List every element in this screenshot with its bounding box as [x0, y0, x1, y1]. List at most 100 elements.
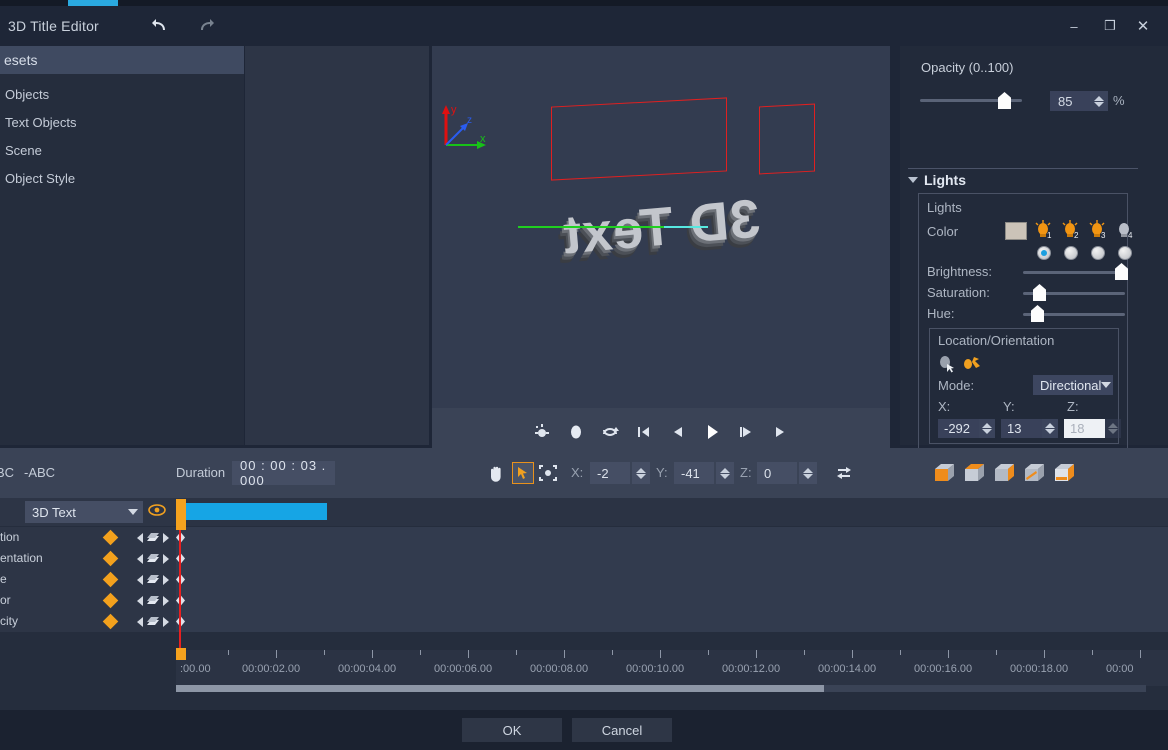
- keyframe-stack-icon[interactable]: [146, 616, 160, 628]
- prev-keyframe-icon[interactable]: [137, 575, 143, 585]
- step-back-icon[interactable]: [668, 422, 688, 442]
- ok-button[interactable]: OK: [462, 718, 562, 742]
- keyframe-stack-icon[interactable]: [146, 553, 160, 565]
- duration-field[interactable]: 00 : 00 : 03 . 000: [232, 461, 335, 485]
- shading-icon[interactable]: [566, 422, 586, 442]
- light-pick-icon[interactable]: [938, 355, 958, 378]
- next-keyframe-icon[interactable]: [163, 596, 169, 606]
- brightness-slider-thumb[interactable]: [1115, 263, 1128, 280]
- presets-header[interactable]: esets: [0, 46, 244, 74]
- preview-viewport[interactable]: y x z 3D Text: [432, 46, 890, 455]
- light-y-field[interactable]: 13: [1001, 419, 1042, 438]
- toolbar-x-field[interactable]: -2: [590, 462, 630, 484]
- swap-axis-icon[interactable]: [833, 462, 855, 484]
- lights-section-header[interactable]: Lights: [908, 172, 966, 188]
- redo-arrow-icon[interactable]: [193, 15, 215, 37]
- go-to-start-icon[interactable]: [634, 422, 654, 442]
- next-keyframe-icon[interactable]: [163, 533, 169, 543]
- view-right-icon[interactable]: [992, 462, 1020, 484]
- view-left-icon[interactable]: [1022, 462, 1050, 484]
- toolbar-y-field[interactable]: -41: [674, 462, 714, 484]
- light-x-field[interactable]: -292: [938, 419, 979, 438]
- keyframe-nav[interactable]: [137, 574, 169, 586]
- toolbar-y-stepper[interactable]: [716, 462, 734, 484]
- step-forward-icon[interactable]: [736, 422, 756, 442]
- light-color-swatch[interactable]: [1005, 222, 1027, 240]
- light-toggle-icon[interactable]: [532, 422, 552, 442]
- opacity-value-field[interactable]: 85: [1050, 91, 1090, 111]
- light-select-radio-4[interactable]: [1118, 246, 1132, 260]
- keyframe-stack-icon[interactable]: [146, 532, 160, 544]
- light-select-radio-3[interactable]: [1091, 246, 1105, 260]
- keyframe-nav[interactable]: [137, 616, 169, 628]
- light-bulb-1-icon[interactable]: 1: [1035, 220, 1055, 242]
- timeline-clip-handle[interactable]: [176, 499, 186, 521]
- go-to-end-icon[interactable]: [770, 422, 790, 442]
- preview-canvas[interactable]: y x z 3D Text: [432, 46, 890, 408]
- timeline-ruler[interactable]: :00.00 00:00:02.00 00:00:04.00 00:00:06.…: [176, 650, 1168, 686]
- light-bulb-2-icon[interactable]: 2: [1062, 220, 1082, 242]
- minimize-button[interactable]: –: [1056, 6, 1092, 46]
- chevron-down-icon[interactable]: [908, 177, 918, 183]
- toolbar-z-field[interactable]: 0: [757, 462, 797, 484]
- hue-slider-thumb[interactable]: [1031, 305, 1044, 322]
- play-icon[interactable]: [702, 422, 722, 442]
- table-row[interactable]: entation: [0, 548, 1168, 569]
- light-select-radio-1[interactable]: [1037, 246, 1051, 260]
- saturation-slider-thumb[interactable]: [1033, 284, 1046, 301]
- light-x-stepper[interactable]: [979, 419, 995, 438]
- prev-keyframe-icon[interactable]: [137, 533, 143, 543]
- sidebar-item-object-style[interactable]: Object Style: [0, 164, 244, 192]
- center-pivot-tool[interactable]: [537, 462, 559, 484]
- view-top-icon[interactable]: [962, 462, 990, 484]
- loop-icon[interactable]: [600, 422, 620, 442]
- playhead-line[interactable]: [179, 520, 181, 654]
- light-select-radio-2[interactable]: [1064, 246, 1078, 260]
- next-keyframe-icon[interactable]: [163, 575, 169, 585]
- view-perspective-icon[interactable]: [1052, 462, 1080, 484]
- toolbar-z-stepper[interactable]: [799, 462, 817, 484]
- opacity-stepper[interactable]: [1090, 91, 1108, 111]
- preset-thumbnail-column[interactable]: [245, 46, 429, 445]
- eye-icon[interactable]: [148, 503, 166, 521]
- light-rotate-icon[interactable]: [963, 355, 983, 378]
- timeline-horizontal-scrollbar[interactable]: [176, 685, 1146, 692]
- table-row[interactable]: tion: [0, 527, 1168, 548]
- undo-arrow-icon[interactable]: [151, 15, 173, 37]
- sidebar-item-text-objects[interactable]: Text Objects: [0, 108, 244, 136]
- prev-keyframe-icon[interactable]: [137, 554, 143, 564]
- timeline-clip-bar[interactable]: [180, 503, 327, 520]
- keyframe-nav[interactable]: [137, 532, 169, 544]
- text-tool-b-label[interactable]: -ABC: [24, 465, 55, 480]
- saturation-slider[interactable]: [1023, 292, 1125, 295]
- next-keyframe-icon[interactable]: [163, 617, 169, 627]
- keyframe-nav[interactable]: [137, 553, 169, 565]
- brightness-slider[interactable]: [1023, 271, 1125, 274]
- light-bulb-3-icon[interactable]: 3: [1089, 220, 1109, 242]
- move-object-tool[interactable]: [512, 462, 534, 484]
- toolbar-x-stepper[interactable]: [632, 462, 650, 484]
- hue-slider[interactable]: [1023, 313, 1125, 316]
- table-row[interactable]: or: [0, 590, 1168, 611]
- close-button[interactable]: ✕: [1128, 6, 1164, 46]
- playhead-handle-bottom[interactable]: [176, 648, 186, 660]
- view-front-icon[interactable]: [932, 462, 960, 484]
- light-mode-select[interactable]: Directional: [1033, 375, 1113, 395]
- playhead-handle-top[interactable]: [176, 520, 186, 530]
- cancel-button[interactable]: Cancel: [572, 718, 672, 742]
- prev-keyframe-icon[interactable]: [137, 617, 143, 627]
- opacity-slider[interactable]: [920, 99, 1022, 102]
- pan-hand-tool[interactable]: [485, 462, 507, 484]
- next-keyframe-icon[interactable]: [163, 554, 169, 564]
- table-row[interactable]: city: [0, 611, 1168, 632]
- table-row[interactable]: e: [0, 569, 1168, 590]
- sidebar-item-objects[interactable]: Objects: [0, 80, 244, 108]
- keyframe-stack-icon[interactable]: [146, 595, 160, 607]
- keyframe-nav[interactable]: [137, 595, 169, 607]
- text-tool-a-label[interactable]: BC: [0, 465, 14, 480]
- light-y-stepper[interactable]: [1042, 419, 1058, 438]
- timeline-object-select[interactable]: 3D Text: [25, 501, 143, 523]
- prev-keyframe-icon[interactable]: [137, 596, 143, 606]
- keyframe-stack-icon[interactable]: [146, 574, 160, 586]
- light-bulb-4-icon[interactable]: 4: [1116, 220, 1136, 242]
